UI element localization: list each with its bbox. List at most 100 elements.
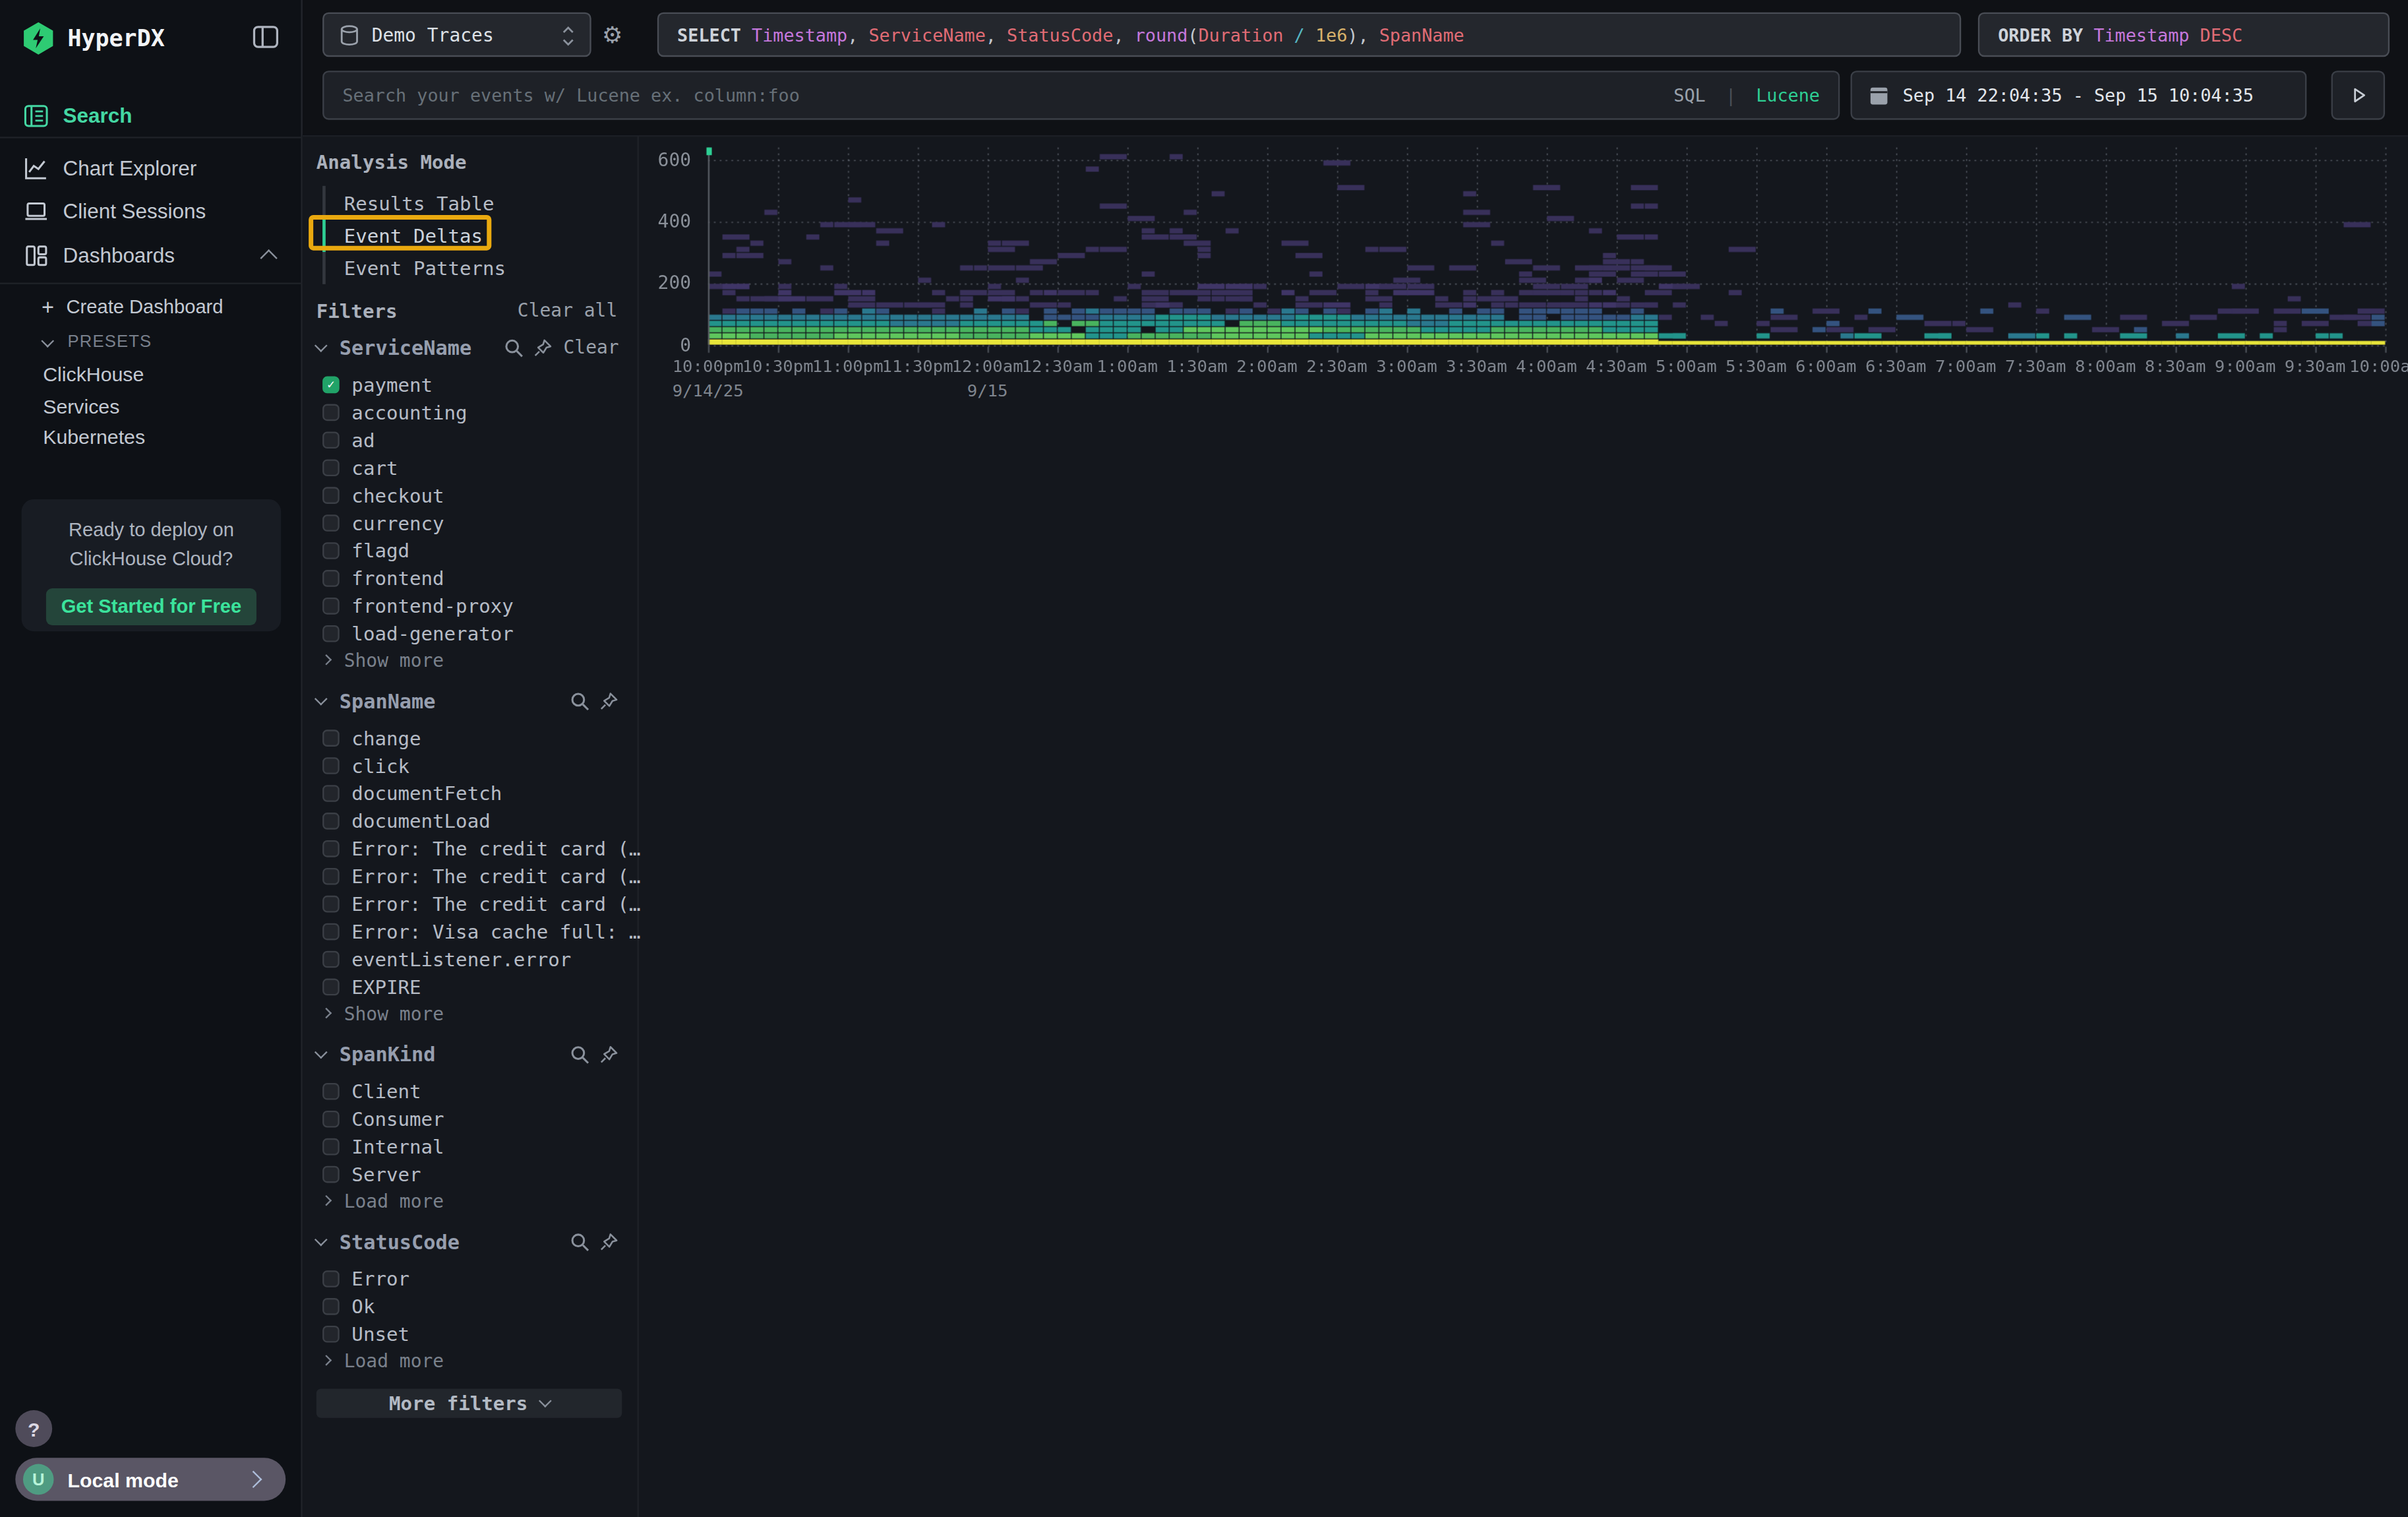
- facet-option-click[interactable]: click: [322, 751, 639, 779]
- facet-option-accounting[interactable]: accounting: [322, 398, 639, 425]
- date-range-picker[interactable]: Sep 14 22:04:35 - Sep 15 10:04:35: [1851, 71, 2307, 120]
- facet-option-checkout[interactable]: checkout: [322, 481, 639, 509]
- facet-option-change[interactable]: change: [322, 724, 639, 751]
- create-dashboard-button[interactable]: + Create Dashboard: [0, 290, 303, 324]
- presets-section-toggle[interactable]: PRESETS: [0, 326, 303, 357]
- heatmap-canvas[interactable]: [656, 141, 2407, 371]
- facet-option-error[interactable]: Error: [322, 1264, 639, 1292]
- checkbox[interactable]: [322, 1082, 340, 1099]
- checkbox[interactable]: [322, 1110, 340, 1127]
- checkbox[interactable]: [322, 542, 340, 559]
- checkbox[interactable]: [322, 1325, 340, 1342]
- checkbox[interactable]: [322, 1297, 340, 1315]
- facet-option-error-visa-cache-full-[interactable]: Error: Visa cache full: …: [322, 917, 639, 944]
- facet-option-error-the-credit-card-[interactable]: Error: The credit card (…: [322, 834, 639, 862]
- facet-load-more-spankind[interactable]: Load more: [322, 1187, 639, 1214]
- checkbox[interactable]: [322, 431, 340, 448]
- facet-group-header-spanname[interactable]: SpanName: [303, 688, 639, 712]
- local-mode-button[interactable]: U Local mode: [15, 1458, 286, 1501]
- checkbox[interactable]: [322, 757, 340, 774]
- facet-option-documentload[interactable]: documentLoad: [322, 807, 639, 834]
- facet-option-client[interactable]: Client: [322, 1077, 639, 1105]
- facet-pin-icon[interactable]: [599, 1044, 618, 1064]
- checkbox[interactable]: [322, 867, 340, 884]
- facet-option-cart[interactable]: cart: [322, 453, 639, 481]
- facet-option-internal[interactable]: Internal: [322, 1132, 639, 1160]
- facet-option-consumer[interactable]: Consumer: [322, 1105, 639, 1132]
- facet-option-error-the-credit-card-[interactable]: Error: The credit card (…: [322, 862, 639, 890]
- lang-sql[interactable]: SQL: [1673, 84, 1705, 106]
- checkbox[interactable]: [322, 597, 340, 614]
- facet-group-header-statuscode[interactable]: StatusCode: [303, 1229, 639, 1253]
- checkbox[interactable]: [322, 812, 340, 829]
- checkbox[interactable]: [322, 458, 340, 476]
- facet-option-documentfetch[interactable]: documentFetch: [322, 779, 639, 807]
- checkbox[interactable]: [322, 1270, 340, 1287]
- facet-search-icon[interactable]: [570, 691, 589, 710]
- sidebar-item-clickhouse[interactable]: ClickHouse: [0, 358, 303, 390]
- facet-option-ok[interactable]: Ok: [322, 1292, 639, 1320]
- search-input[interactable]: Search your events w/ Lucene ex. column:…: [322, 71, 1840, 120]
- lang-lucene[interactable]: Lucene: [1756, 84, 1820, 106]
- checkbox[interactable]: [322, 625, 340, 642]
- analysis-mode-event-patterns[interactable]: Event Patterns: [344, 257, 506, 280]
- facet-pin-icon[interactable]: [599, 691, 618, 710]
- analysis-mode-results-table[interactable]: Results Table: [344, 192, 495, 215]
- checkbox[interactable]: [322, 1138, 340, 1155]
- facet-clear-button[interactable]: Clear: [563, 336, 618, 358]
- facet-option-payment[interactable]: ✓payment: [322, 370, 639, 398]
- facet-option-unset[interactable]: Unset: [322, 1320, 639, 1347]
- source-select[interactable]: Demo Traces: [322, 13, 591, 57]
- checkbox-checked[interactable]: ✓: [322, 375, 340, 392]
- checkbox[interactable]: [322, 403, 340, 420]
- facet-group-header-spankind[interactable]: SpanKind: [303, 1041, 639, 1066]
- facet-load-more-statuscode[interactable]: Load more: [322, 1347, 639, 1374]
- checkbox[interactable]: [322, 514, 340, 531]
- checkbox[interactable]: [322, 923, 340, 940]
- facet-search-icon[interactable]: [504, 337, 524, 357]
- facet-option-currency[interactable]: currency: [322, 509, 639, 536]
- facet-option-load-generator[interactable]: load-generator: [322, 619, 639, 647]
- facet-option-ad[interactable]: ad: [322, 425, 639, 453]
- checkbox[interactable]: [322, 486, 340, 503]
- collapse-sidebar-icon[interactable]: [252, 23, 280, 51]
- sidebar-item-client-sessions[interactable]: Client Sessions: [0, 189, 303, 232]
- checkbox[interactable]: [322, 840, 340, 857]
- sidebar-item-kubernetes[interactable]: Kubernetes: [0, 421, 303, 453]
- sidebar-item-chart-explorer[interactable]: Chart Explorer: [0, 146, 303, 189]
- facet-option-expire[interactable]: EXPIRE: [322, 972, 639, 1000]
- checkbox[interactable]: [322, 1165, 340, 1183]
- sidebar-item-search[interactable]: Search: [0, 94, 303, 137]
- language-toggle[interactable]: SQL | Lucene: [1673, 84, 1820, 106]
- more-filters-button[interactable]: More filters: [316, 1388, 622, 1417]
- facet-option-error-the-credit-card-[interactable]: Error: The credit card (…: [322, 890, 639, 917]
- checkbox[interactable]: [322, 895, 340, 912]
- facet-option-frontend[interactable]: frontend: [322, 564, 639, 592]
- facet-option-frontend-proxy[interactable]: frontend-proxy: [322, 592, 639, 619]
- checkbox[interactable]: [322, 569, 340, 586]
- facet-show-more-spanname[interactable]: Show more: [322, 1000, 639, 1026]
- clear-all-button[interactable]: Clear all: [518, 299, 617, 321]
- facet-search-icon[interactable]: [570, 1044, 589, 1064]
- facet-group-header-servicename[interactable]: ServiceNameClear: [303, 335, 639, 359]
- facet-option-eventlistener-error[interactable]: eventListener.error: [322, 944, 639, 972]
- orderby-editor[interactable]: ORDER BY Timestamp DESC: [1978, 13, 2390, 57]
- checkbox[interactable]: [322, 784, 340, 801]
- sidebar-item-services[interactable]: Services: [0, 390, 303, 423]
- gear-icon[interactable]: ⚙: [602, 22, 622, 49]
- sql-token-red: ServiceName: [868, 24, 985, 46]
- run-search-button[interactable]: [2332, 71, 2386, 120]
- facet-show-more-servicename[interactable]: Show more: [322, 647, 639, 673]
- facet-search-icon[interactable]: [570, 1231, 589, 1251]
- checkbox[interactable]: [322, 977, 340, 995]
- get-started-button[interactable]: Get Started for Free: [46, 588, 256, 625]
- sql-select-editor[interactable]: SELECT Timestamp, ServiceName, StatusCod…: [657, 13, 1961, 57]
- facet-option-flagd[interactable]: flagd: [322, 536, 639, 564]
- facet-pin-icon[interactable]: [599, 1231, 618, 1251]
- facet-pin-icon[interactable]: [533, 337, 553, 357]
- checkbox[interactable]: [322, 950, 340, 968]
- facet-option-server[interactable]: Server: [322, 1160, 639, 1187]
- help-button[interactable]: ?: [15, 1410, 52, 1447]
- checkbox[interactable]: [322, 729, 340, 746]
- sidebar-item-dashboards[interactable]: Dashboards: [0, 233, 303, 276]
